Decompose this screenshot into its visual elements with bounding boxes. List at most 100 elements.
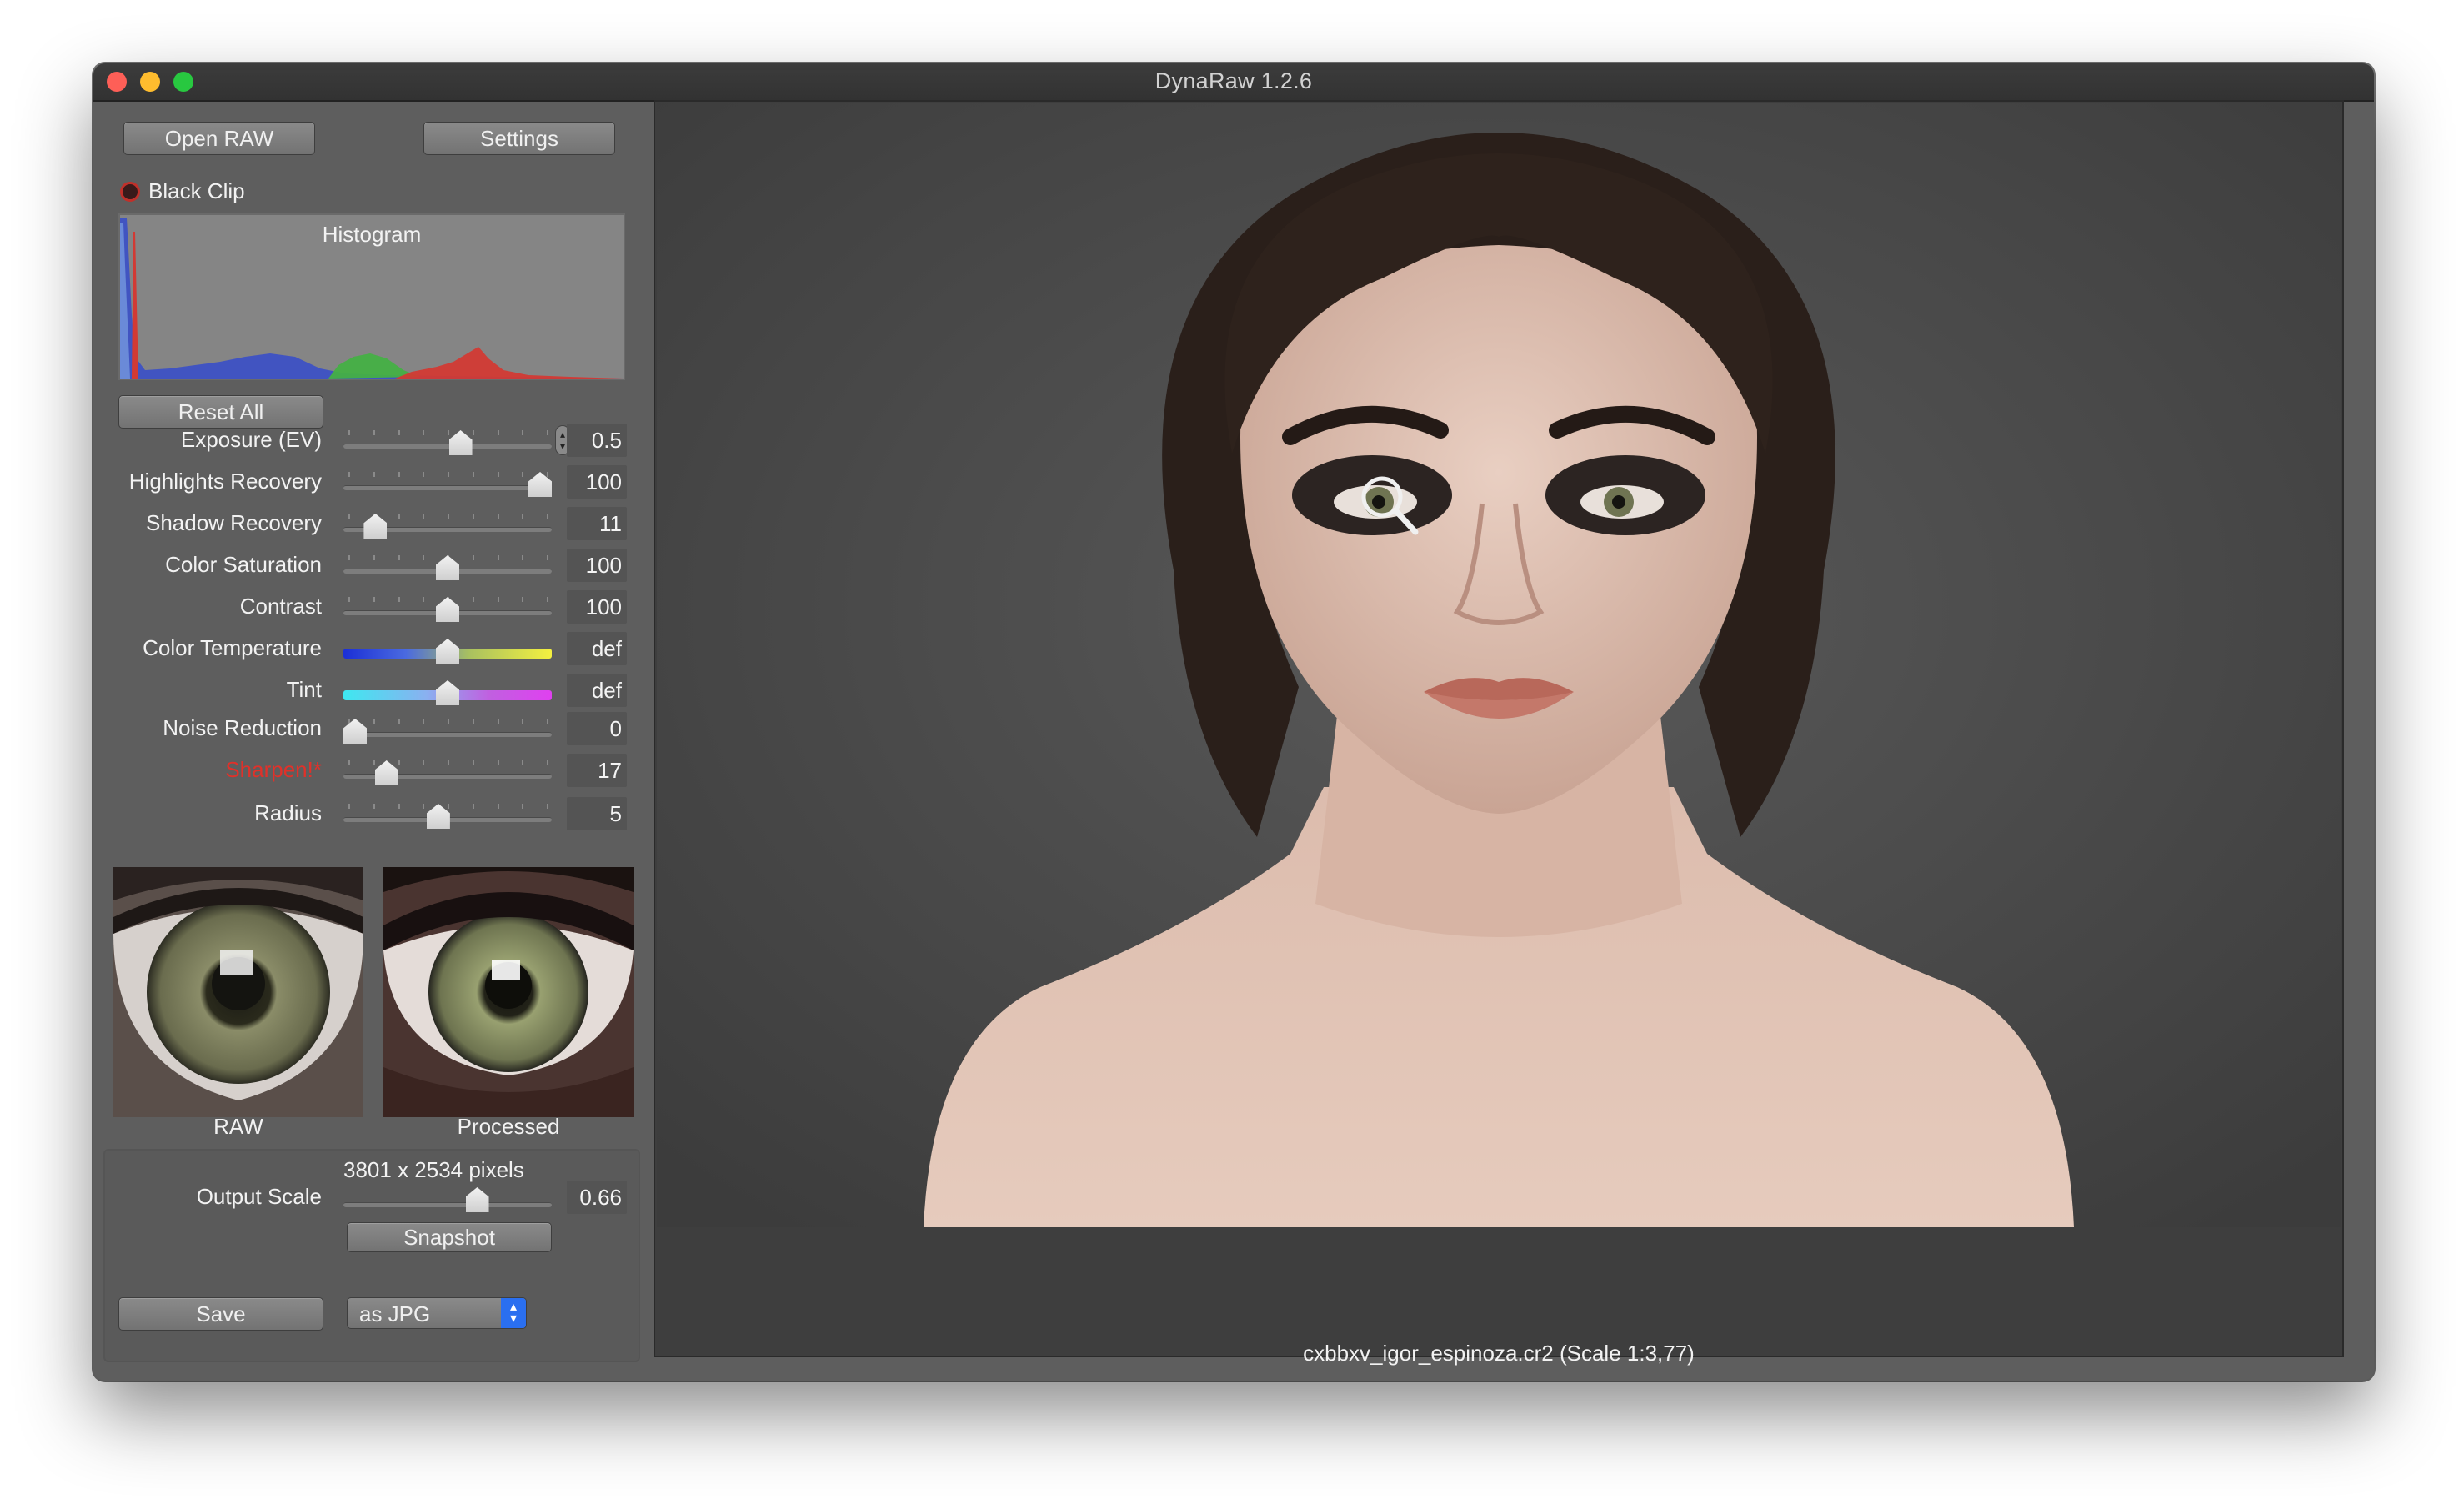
slider-tick (348, 555, 350, 560)
slider-tick (472, 514, 474, 519)
black-clip-checkbox[interactable] (120, 182, 140, 202)
slider-track[interactable] (343, 444, 552, 449)
slider-thumb[interactable] (343, 719, 367, 744)
output-pixels-text: 3801 x 2534 pixels (343, 1157, 524, 1182)
slider-tick (373, 555, 375, 560)
slider-tick (522, 472, 524, 477)
slider-value[interactable]: 100 (567, 465, 627, 499)
slider-tick (547, 472, 548, 477)
slider-tick (472, 555, 474, 560)
reset-all-button[interactable]: Reset All (118, 395, 323, 429)
slider-value[interactable]: 11 (567, 507, 627, 540)
slider-tick (472, 472, 474, 477)
slider-tick (522, 719, 524, 724)
raw-preview-image (113, 867, 363, 1117)
slider-tick (398, 514, 400, 519)
slider-tick (497, 760, 499, 765)
slider-tick (373, 719, 375, 724)
slider-value[interactable]: 17 (567, 754, 627, 787)
slider-tick (448, 804, 449, 809)
slider-value[interactable]: def (567, 632, 627, 665)
slider-tick (547, 555, 548, 560)
slider-tick (423, 430, 425, 435)
format-select[interactable]: as JPG ▴ ▾ (347, 1297, 527, 1329)
output-scale-value[interactable]: 0.66 (567, 1181, 627, 1214)
slider-value[interactable]: 0 (567, 712, 627, 745)
slider-thumb[interactable] (363, 514, 388, 539)
main-photo[interactable] (657, 103, 2341, 1227)
slider-thumb[interactable] (436, 555, 459, 580)
processed-preview-label: Processed (457, 1114, 560, 1139)
slider-tick (348, 472, 350, 477)
format-select-value: as JPG (359, 1301, 431, 1326)
slider-thumb[interactable] (374, 760, 398, 785)
raw-preview-label: RAW (213, 1114, 263, 1139)
slider-label: Shadow Recovery (146, 510, 322, 535)
slider-thumb[interactable] (436, 597, 459, 622)
slider-label: Exposure (EV) (180, 427, 322, 452)
slider-value[interactable]: def (567, 674, 627, 707)
slider-thumb[interactable] (426, 804, 450, 829)
slider-value[interactable]: 5 (567, 797, 627, 830)
processed-preview-image (383, 867, 634, 1117)
slider-tick (547, 430, 548, 435)
slider-tick (423, 760, 425, 765)
slider-tick (348, 514, 350, 519)
open-raw-button[interactable]: Open RAW (123, 122, 315, 155)
slider-tick (547, 597, 548, 602)
slider-thumb[interactable] (448, 430, 473, 455)
slider-tick (497, 597, 499, 602)
slider-thumb[interactable] (436, 639, 459, 664)
output-scale-label: Output Scale (196, 1184, 322, 1209)
slider-tick (522, 514, 524, 519)
slider-tick (348, 719, 350, 724)
black-clip-label: Black Clip (148, 178, 245, 203)
slider-tick (497, 514, 499, 519)
slider-tick (348, 760, 350, 765)
slider-value[interactable]: 100 (567, 590, 627, 624)
output-scale-track[interactable] (343, 1202, 552, 1207)
slider-track[interactable] (343, 485, 552, 490)
slider-label: Radius (254, 800, 322, 825)
snapshot-button[interactable]: Snapshot (347, 1222, 552, 1252)
slider-label: Color Saturation (165, 552, 322, 577)
slider-tick (398, 555, 400, 560)
slider-tick (348, 804, 350, 809)
save-button[interactable]: Save (118, 1297, 323, 1331)
slider-tick (398, 430, 400, 435)
slider-tick (497, 719, 499, 724)
slider-tick (472, 430, 474, 435)
slider-tick (448, 719, 449, 724)
slider-tick (373, 760, 375, 765)
slider-tick (497, 472, 499, 477)
slider-tick (522, 760, 524, 765)
slider-label: Color Temperature (143, 635, 322, 660)
status-filename: cxbbxv_igor_espinoza.cr2 (Scale 1:3,77) (1303, 1341, 1695, 1366)
slider-tick (547, 719, 548, 724)
slider-value[interactable]: 0.5 (567, 424, 627, 457)
slider-tick (448, 472, 449, 477)
slider-tick (423, 719, 425, 724)
slider-thumb[interactable] (436, 680, 459, 705)
slider-tick (398, 472, 400, 477)
slider-label: Sharpen!* (225, 757, 322, 782)
slider-tick (522, 555, 524, 560)
slider-tick (423, 472, 425, 477)
settings-button[interactable]: Settings (423, 122, 615, 155)
histogram: Histogram (118, 213, 625, 380)
slider-tick (348, 430, 350, 435)
slider-tick (497, 804, 499, 809)
title-bar: DynaRaw 1.2.6 (93, 63, 2374, 102)
slider-track[interactable] (343, 732, 552, 737)
slider-tick (497, 430, 499, 435)
slider-tick (448, 760, 449, 765)
chevron-updown-icon: ▴ ▾ (501, 1298, 526, 1328)
slider-tick (448, 514, 449, 519)
slider-value[interactable]: 100 (567, 549, 627, 582)
slider-tick (497, 555, 499, 560)
window-title: DynaRaw 1.2.6 (1154, 68, 1313, 93)
slider-tick (472, 760, 474, 765)
slider-tick (423, 804, 425, 809)
slider-tick (522, 597, 524, 602)
slider-track[interactable] (343, 774, 552, 779)
